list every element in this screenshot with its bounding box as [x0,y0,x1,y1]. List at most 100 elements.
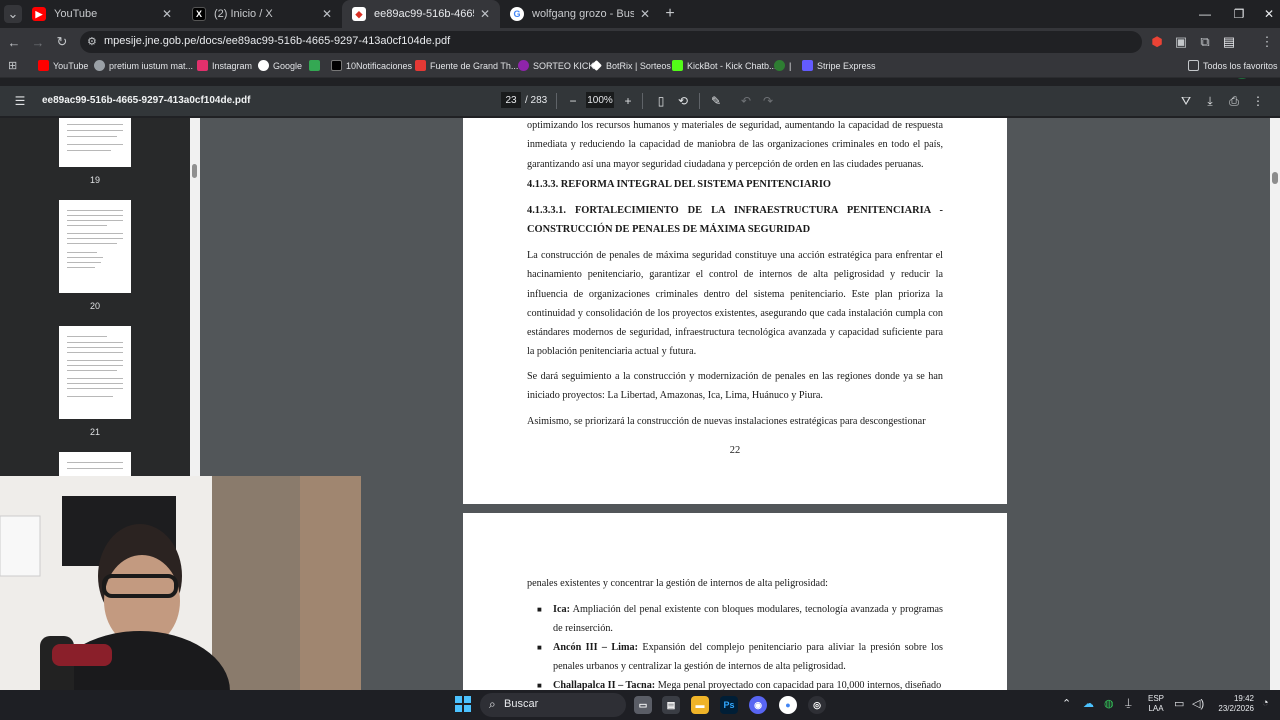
page-number-input[interactable] [501,92,521,108]
youtube-icon [38,60,49,71]
bookmark-pretium[interactable]: pretium iustum mat... [94,60,193,71]
menu-kebab-icon[interactable]: ⋮ [1258,33,1276,51]
bookmark-stripe[interactable]: Stripe Express [802,60,876,71]
botrix-icon [591,60,602,71]
close-icon[interactable]: ✕ [640,7,650,21]
bookmark-notificaciones[interactable]: 10Notificaciones [331,60,412,71]
scrollbar-thumb[interactable] [1272,172,1278,184]
forward-icon[interactable]: → [29,33,47,51]
clock[interactable]: 19:42 23/2/2026 [1212,694,1254,714]
zoom-in-icon[interactable]: + [620,93,636,109]
all-bookmarks[interactable]: Todos los favoritos [1188,60,1278,71]
bookmark-gta[interactable]: Fuente de Grand Th... [415,60,518,71]
reload-icon[interactable]: ↻ [53,33,71,51]
google-icon [258,60,269,71]
sidepanel-icon[interactable]: ▤ [1220,33,1238,51]
chrome-icon[interactable]: ● [779,696,797,714]
save-drive-icon[interactable]: ⛛ [1178,93,1194,109]
tab-title: wolfgang grozo - Buscar con G… [532,8,634,20]
youtube-icon: ▶ [32,7,46,21]
close-icon[interactable]: ✕ [162,7,172,21]
subsection-heading-cont: CONSTRUCCIÓN DE PENALES DE MÁXIMA SEGURI… [527,224,811,235]
bookmark-instagram[interactable]: Instagram [197,60,252,71]
search-label: Buscar [504,698,539,710]
x-icon: X [192,7,206,21]
thumbnail-label: 20 [89,301,100,311]
page-number: 22 [729,445,741,456]
pinwheel-icon [309,60,320,71]
sidebar-scrollbar[interactable] [190,118,200,478]
extensions-puzzle-icon[interactable]: ⧉ [1196,33,1214,51]
viewer-scrollbar[interactable] [1270,118,1280,690]
bookmark-kickbot[interactable]: KickBot - Kick Chatb... [672,60,777,71]
thumbnail-20[interactable] [59,200,131,293]
windows-start-icon[interactable] [455,696,471,712]
zoom-out-icon[interactable]: − [565,93,581,109]
redo-icon[interactable]: ↷ [760,93,776,109]
menu-hamburger-icon[interactable]: ☰ [12,93,28,109]
tab-google[interactable]: G wolfgang grozo - Buscar con G… ✕ [500,0,660,28]
bookmark-botrix[interactable]: BotRix | Sorteos [591,60,671,71]
jne-icon: ◆ [352,7,366,21]
tray-app-icon[interactable]: ◍ [1104,697,1114,710]
file-explorer-icon[interactable]: ▬ [691,696,709,714]
close-icon[interactable]: ✕ [322,7,332,21]
bookmark-green[interactable]: | [774,60,791,71]
minimize-icon[interactable]: — [1188,0,1222,28]
task-view-icon[interactable]: ▭ [634,696,652,714]
bullet-item: Ica: Ampliación del penal existente con … [553,604,943,635]
bookmark-google[interactable]: Google [258,60,302,71]
tab-search-icon[interactable]: ⌄ [4,5,22,23]
download-icon[interactable]: ⤓ [1202,93,1218,109]
apps-grid-icon[interactable]: ⊞ [8,59,17,72]
language-indicator[interactable]: ESP LAA [1148,694,1164,714]
bookmark-sorteo-kick[interactable]: SORTEO KICK [518,60,594,71]
webcam-image [0,476,361,720]
bullet-icon: ■ [537,681,542,690]
address-bar[interactable]: ⚙ mpesije.jne.gob.pe/docs/ee89ac99-516b-… [80,31,1142,53]
bullet-item: Ancón III – Lima: Expansión del complejo… [553,642,944,673]
scrollbar-thumb[interactable] [192,164,197,178]
tab-youtube[interactable]: ▶ YouTube ✕ [22,0,182,28]
volume-icon[interactable]: ◁) [1192,697,1204,710]
more-options-icon[interactable]: ⋮ [1250,93,1266,109]
pdf-viewer: optimizando los recursos humanos y mater… [200,118,1280,720]
bookmark-youtube[interactable]: YouTube [38,60,88,71]
extension-adblock-icon[interactable]: ⬢ [1148,33,1166,51]
tab-title: ee89ac99-516b-4665-9297-41… [374,8,474,20]
undo-icon[interactable]: ↶ [738,93,754,109]
annotate-icon[interactable]: ✎ [708,93,724,109]
bookmark-pinwheel[interactable] [309,60,324,71]
onedrive-icon[interactable]: ☁ [1083,697,1094,710]
notifications-icon[interactable]: ◔ [1262,697,1269,709]
discord-icon[interactable]: ◉ [749,696,767,714]
restore-icon[interactable]: ❐ [1222,0,1256,28]
photoshop-icon[interactable]: Ps [720,696,738,714]
print-icon[interactable]: ⎙ [1226,93,1242,109]
tab-title: YouTube [54,8,98,20]
taskbar-search[interactable]: ⌕ Buscar [480,693,626,717]
divider [699,93,700,109]
gta-icon [415,60,426,71]
network-icon[interactable]: ▭ [1174,697,1184,710]
zoom-input[interactable] [586,92,614,108]
new-tab-icon[interactable]: + [661,5,679,23]
back-icon[interactable]: ← [5,33,23,51]
rotate-icon[interactable]: ⟲ [675,93,691,109]
window-close-icon[interactable]: ✕ [1252,0,1280,28]
obs-icon[interactable]: ◎ [808,696,826,714]
thumbnail-19[interactable] [59,118,131,167]
paragraph: Asimismo, se priorizará la construcción … [527,416,926,427]
thumbnail-21[interactable] [59,326,131,419]
extension-icon[interactable]: ▣ [1172,33,1190,51]
close-icon[interactable]: ✕ [480,7,490,21]
tab-x[interactable]: X (2) Inicio / X ✕ [182,0,342,28]
microphone-icon[interactable]: ⍊ [1125,697,1132,710]
site-info-icon[interactable]: ⚙ [87,35,97,48]
fit-page-icon[interactable]: ▯ [653,93,669,109]
tab-pdf[interactable]: ◆ ee89ac99-516b-4665-9297-41… ✕ [342,0,500,28]
tray-overflow-icon[interactable]: ⌃ [1062,697,1071,710]
webcam-overlay [0,476,361,720]
folder-icon [1188,60,1199,71]
file-icon[interactable]: ▤ [662,696,680,714]
